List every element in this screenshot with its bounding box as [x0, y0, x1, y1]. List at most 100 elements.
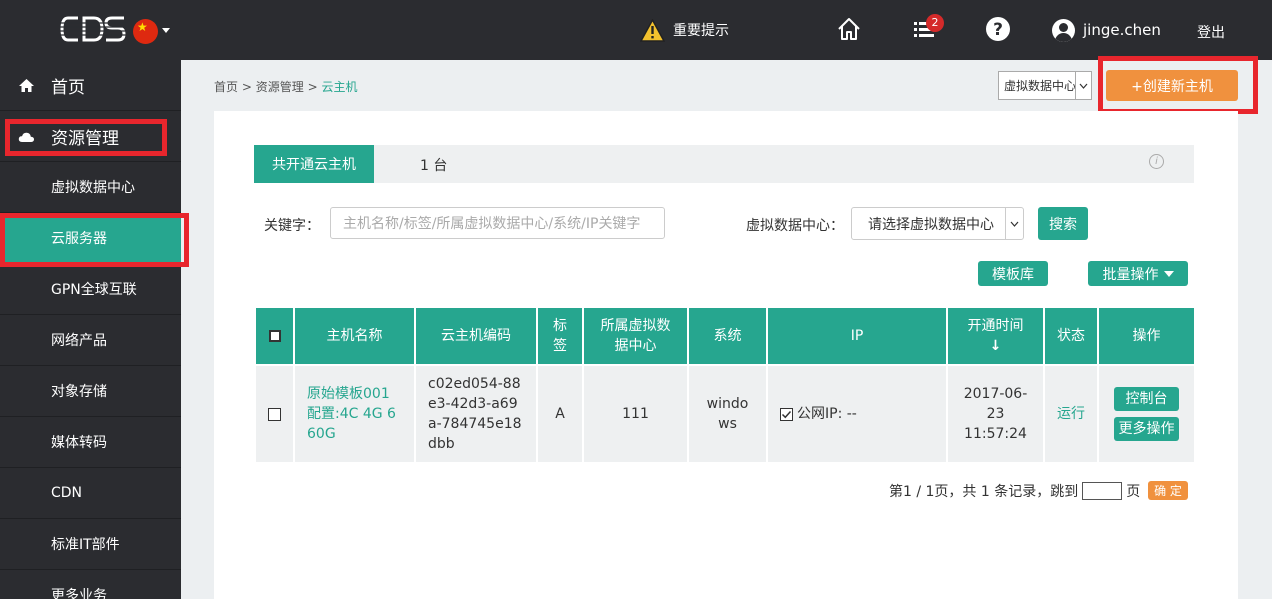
breadcrumb-separator: > [307, 80, 318, 94]
china-flag-icon[interactable]: ★ [133, 19, 158, 44]
important-notice[interactable]: 重要提示 [640, 16, 729, 44]
sort-down-arrow-icon: ↓ [989, 338, 1002, 354]
host-name-link[interactable]: 原始模板001 [307, 384, 390, 404]
pagination: 第1 / 1页，共 1 条记录，跳到 页 [889, 481, 1140, 501]
page-unit: 页 [1126, 484, 1141, 500]
help-icon: ? [986, 17, 1010, 41]
col-header-ip[interactable]: IP [768, 308, 946, 364]
col-header-os[interactable]: 系统 [689, 308, 766, 364]
help-button[interactable]: ? [984, 15, 1012, 43]
console-button[interactable]: 控制台 [1114, 387, 1179, 411]
table-row-status-cell: 运行 [1045, 366, 1097, 462]
create-host-button[interactable]: +创建新主机 [1106, 70, 1238, 101]
public-ip: 公网IP: -- [797, 406, 857, 422]
sidebar-item-home[interactable]: 首页 [0, 60, 181, 111]
language-dropdown-caret-icon[interactable] [162, 28, 170, 33]
sidebar-item-resource-management[interactable]: 资源管理 [0, 111, 181, 162]
col-header-time-label: 开通时间 [967, 318, 1024, 334]
tab-opened-hosts[interactable]: 共开通云主机 [254, 145, 374, 183]
sidebar-item-gpn[interactable]: GPN全球互联 [0, 264, 181, 315]
col-header-time[interactable]: 开通时间 ↓ [948, 308, 1043, 364]
batch-operation-button[interactable]: 批量操作 [1088, 261, 1188, 286]
svg-text:?: ? [993, 20, 1003, 40]
select-all-cell [256, 308, 293, 364]
row-checkbox[interactable] [268, 407, 281, 421]
home-outline-icon [838, 18, 860, 40]
col-header-ops: 操作 [1099, 308, 1194, 364]
sidebar-item-object-storage[interactable]: 对象存储 [0, 366, 181, 417]
sidebar-item-label: 云服务器 [51, 231, 107, 247]
table-row-ip-cell: 公网IP: -- [768, 366, 946, 462]
cds-logo[interactable] [60, 13, 126, 45]
template-library-button[interactable]: 模板库 [978, 261, 1048, 286]
pagination-text: 第1 / 1页，共 1 条记录，跳到 [889, 484, 1079, 500]
breadcrumb-resource[interactable]: 资源管理 [256, 80, 304, 94]
chevron-down-icon [1005, 208, 1023, 239]
col-header-name[interactable]: 主机名称 [295, 308, 414, 364]
caret-down-icon [1163, 270, 1174, 277]
breadcrumb-separator: > [241, 80, 252, 94]
table-row-code-cell: c02ed054-88e3-42d3-a69a-784745e18dbb [416, 366, 536, 462]
search-button[interactable]: 搜索 [1038, 207, 1088, 240]
keyword-search-input[interactable]: 主机名称/标签/所属虚拟数据中心/系统/IP关键字 [330, 207, 665, 239]
dc-filter-select[interactable]: 请选择虚拟数据中心 [851, 207, 1024, 240]
sidebar-item-cloud-server[interactable]: 云服务器 [0, 213, 181, 264]
sidebar-item-label: 媒体转码 [51, 435, 107, 451]
warning-icon [640, 18, 665, 42]
table-row-dc-cell: 111 [584, 366, 687, 462]
host-count: 1 台 [420, 158, 448, 174]
dc-filter-value: 请选择虚拟数据中心 [868, 216, 994, 233]
user-avatar-icon [1052, 18, 1075, 42]
more-operations-button[interactable]: 更多操作 [1114, 417, 1179, 441]
dc-filter-label: 虚拟数据中心： [746, 218, 844, 234]
home-button[interactable] [835, 15, 863, 43]
table-row-os-cell: windows [689, 366, 766, 462]
notice-label: 重要提示 [673, 23, 729, 39]
sidebar-item-virtual-dc[interactable]: 虚拟数据中心 [0, 162, 181, 213]
sidebar-item-standard-it[interactable]: 标准IT部件 [0, 519, 181, 570]
sidebar-item-more[interactable]: 更多业务 [0, 570, 181, 599]
page-jump-ok-button[interactable]: 确 定 [1148, 481, 1188, 500]
sidebar-item-label: GPN全球互联 [51, 282, 137, 298]
host-config: 配置:4C 4G 660G [307, 406, 396, 442]
select-all-checkbox[interactable] [268, 330, 281, 342]
tab-bar [254, 145, 1194, 183]
sidebar-item-label: 网络产品 [51, 333, 107, 349]
sidebar-item-media-transcode[interactable]: 媒体转码 [0, 417, 181, 468]
host-code: c02ed054-88e3-42d3-a69a-784745e18dbb [428, 376, 522, 452]
sidebar-item-cdn[interactable]: CDN [0, 468, 181, 519]
col-header-code[interactable]: 云主机编码 [416, 308, 536, 364]
table-row-name-cell[interactable]: 原始模板001 配置:4C 4G 660G [295, 366, 414, 462]
sidebar-item-label: 标准IT部件 [51, 537, 120, 553]
col-header-dc[interactable]: 所属虚拟数据中心 [584, 308, 687, 364]
sidebar-item-label: 虚拟数据中心 [51, 180, 135, 196]
home-icon [19, 79, 34, 92]
cloud-icon [18, 132, 35, 142]
checkbox-checked-icon [780, 407, 793, 421]
page-jump-input[interactable] [1082, 482, 1123, 500]
chevron-down-icon [1075, 72, 1091, 99]
col-header-tag[interactable]: 标签 [538, 308, 582, 364]
breadcrumb: 首页 > 资源管理 > 云主机 [214, 78, 357, 95]
sidebar-item-label: CDN [51, 485, 83, 501]
breadcrumb-home[interactable]: 首页 [214, 80, 238, 94]
table-row-tag-cell: A [538, 366, 582, 462]
username: jinge.chen [1083, 21, 1161, 39]
table-row-ops-cell: 控制台 更多操作 [1099, 366, 1194, 462]
top-bar: ★ 重要提示 2 ? jinge.chen 登出 [0, 0, 1272, 60]
user-menu[interactable]: jinge.chen [1052, 18, 1161, 42]
header-dc-select-value: 虚拟数据中心 [1004, 79, 1077, 93]
table-row-time-cell: 2017-06-23 11:57:24 [948, 366, 1043, 462]
sidebar-item-label: 更多业务 [51, 588, 107, 599]
header-dc-select[interactable]: 虚拟数据中心 [998, 71, 1092, 100]
col-header-status[interactable]: 状态 [1045, 308, 1097, 364]
logout-link[interactable]: 登出 [1197, 22, 1225, 42]
sidebar-item-label: 资源管理 [51, 128, 119, 149]
breadcrumb-current: 云主机 [321, 80, 358, 94]
notification-badge: 2 [926, 14, 944, 32]
keyword-label: 关键字： [264, 218, 320, 234]
sidebar-item-label: 对象存储 [51, 384, 107, 400]
info-icon[interactable]: i [1149, 154, 1164, 169]
sidebar-item-network[interactable]: 网络产品 [0, 315, 181, 366]
table-row-select-cell [256, 366, 293, 462]
